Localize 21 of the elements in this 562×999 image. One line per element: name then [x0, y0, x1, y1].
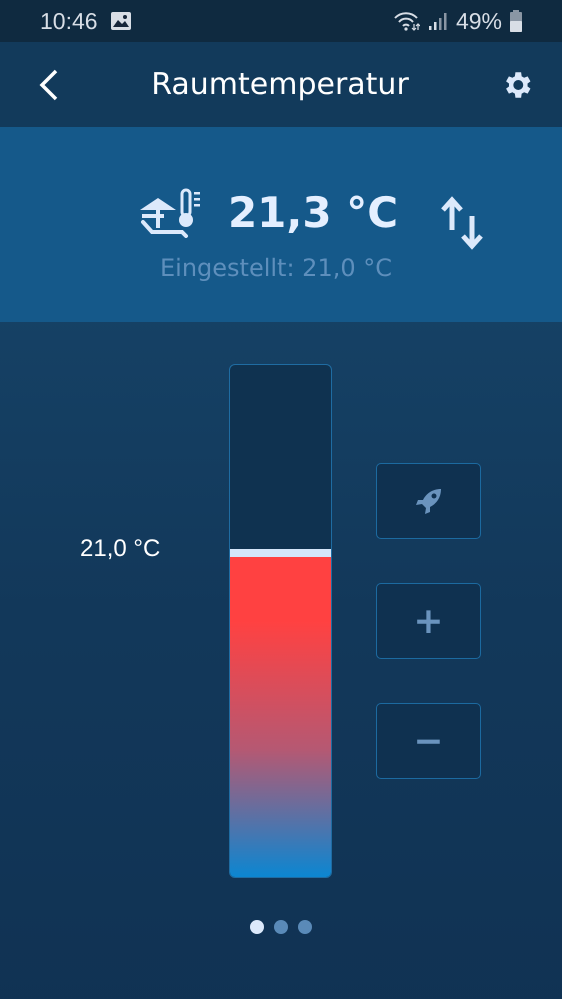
rocket-icon [414, 486, 444, 516]
swap-button[interactable] [440, 196, 484, 250]
signal-icon [428, 11, 448, 31]
setpoint-text: Eingestellt: 21,0 °C [160, 254, 392, 282]
page-dot[interactable] [250, 920, 264, 934]
page-dot[interactable] [298, 920, 312, 934]
up-down-arrows-icon [440, 196, 484, 250]
temperature-slider[interactable] [229, 364, 332, 878]
setpoint-label: 21,0 °C [80, 535, 160, 564]
step-button[interactable]: + [376, 583, 481, 659]
battery-icon [510, 10, 522, 32]
battery-percent: 49% [456, 8, 502, 34]
image-icon [110, 11, 132, 31]
current-temperature: 21,3 °C [228, 188, 398, 237]
page-dot[interactable] [274, 920, 288, 934]
wifi-icon [394, 11, 420, 31]
screen-title: Raumtemperatur [151, 67, 409, 102]
status-time: 10:46 [40, 8, 98, 34]
boost-button[interactable] [376, 463, 481, 539]
back-icon [38, 68, 60, 102]
step-button[interactable]: − [376, 703, 481, 779]
